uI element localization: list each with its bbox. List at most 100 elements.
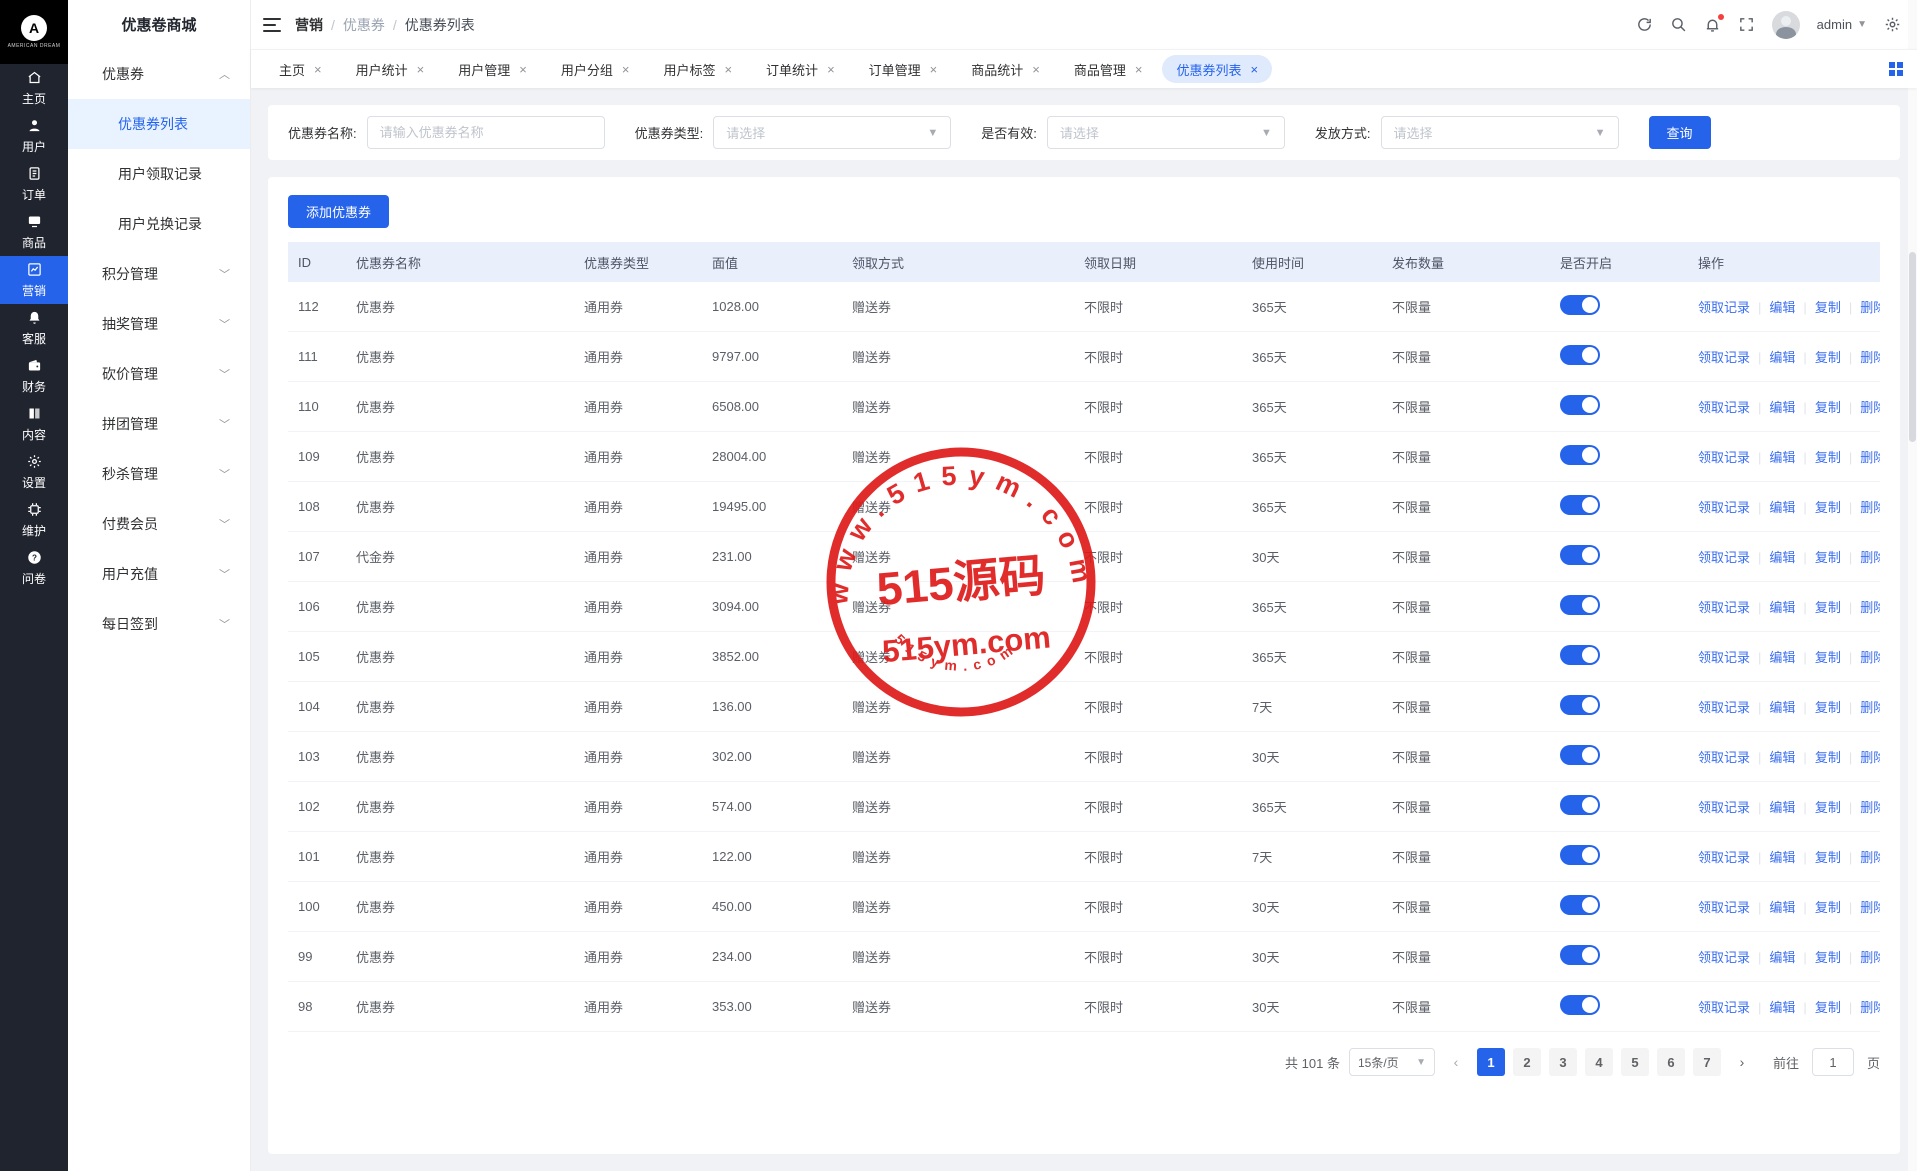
breadcrumb-item[interactable]: 营销 (295, 15, 323, 35)
action-领取记录[interactable]: 领取记录 (1698, 500, 1750, 515)
goto-page-input[interactable] (1812, 1048, 1854, 1076)
action-领取记录[interactable]: 领取记录 (1698, 950, 1750, 965)
sidebar-group-抽奖管理[interactable]: 抽奖管理﹀ (68, 299, 250, 349)
sidebar-group-用户充值[interactable]: 用户充值﹀ (68, 549, 250, 599)
page-button-3[interactable]: 3 (1549, 1048, 1577, 1076)
enabled-toggle[interactable] (1560, 895, 1600, 915)
rail-item-商品[interactable]: 商品 (0, 208, 68, 256)
enabled-toggle[interactable] (1560, 495, 1600, 515)
tab-用户分组[interactable]: 用户分组× (547, 55, 644, 83)
rail-item-内容[interactable]: 内容 (0, 400, 68, 448)
app-logo[interactable]: A AMERICAN DREAM (0, 0, 68, 64)
action-领取记录[interactable]: 领取记录 (1698, 450, 1750, 465)
sidebar-group-付费会员[interactable]: 付费会员﹀ (68, 499, 250, 549)
action-编辑[interactable]: 编辑 (1769, 500, 1795, 515)
enabled-toggle[interactable] (1560, 945, 1600, 965)
sidebar-group-积分管理[interactable]: 积分管理﹀ (68, 249, 250, 299)
sidebar-item-用户兑换记录[interactable]: 用户兑换记录 (68, 199, 250, 249)
action-删除[interactable]: 删除 (1860, 1000, 1880, 1015)
action-编辑[interactable]: 编辑 (1769, 900, 1795, 915)
page-button-2[interactable]: 2 (1513, 1048, 1541, 1076)
action-领取记录[interactable]: 领取记录 (1698, 400, 1750, 415)
action-删除[interactable]: 删除 (1860, 750, 1880, 765)
sidebar-group-优惠券[interactable]: 优惠券︿ (68, 49, 250, 99)
action-复制[interactable]: 复制 (1815, 1000, 1841, 1015)
action-编辑[interactable]: 编辑 (1769, 1000, 1795, 1015)
enabled-toggle[interactable] (1560, 345, 1600, 365)
tab-主页[interactable]: 主页× (265, 55, 336, 83)
close-icon[interactable]: × (1135, 63, 1143, 76)
rail-item-用户[interactable]: 用户 (0, 112, 68, 160)
action-复制[interactable]: 复制 (1815, 650, 1841, 665)
action-复制[interactable]: 复制 (1815, 400, 1841, 415)
enabled-toggle[interactable] (1560, 595, 1600, 615)
close-icon[interactable]: × (519, 63, 527, 76)
action-删除[interactable]: 删除 (1860, 850, 1880, 865)
action-复制[interactable]: 复制 (1815, 600, 1841, 615)
sidebar-item-优惠券列表[interactable]: 优惠券列表 (68, 99, 250, 149)
close-icon[interactable]: × (724, 63, 732, 76)
sidebar-item-用户领取记录[interactable]: 用户领取记录 (68, 149, 250, 199)
page-button-4[interactable]: 4 (1585, 1048, 1613, 1076)
action-领取记录[interactable]: 领取记录 (1698, 550, 1750, 565)
search-button[interactable]: 查询 (1649, 116, 1711, 149)
action-删除[interactable]: 删除 (1860, 400, 1880, 415)
action-复制[interactable]: 复制 (1815, 750, 1841, 765)
user-avatar[interactable] (1772, 11, 1800, 39)
rail-item-设置[interactable]: 设置 (0, 448, 68, 496)
settings-gear-icon[interactable] (1884, 16, 1901, 33)
action-删除[interactable]: 删除 (1860, 450, 1880, 465)
action-领取记录[interactable]: 领取记录 (1698, 650, 1750, 665)
tab-商品统计[interactable]: 商品统计× (957, 55, 1054, 83)
action-编辑[interactable]: 编辑 (1769, 700, 1795, 715)
page-button-7[interactable]: 7 (1693, 1048, 1721, 1076)
close-icon[interactable]: × (930, 63, 938, 76)
filter-select[interactable]: 请选择▼ (713, 116, 951, 149)
action-复制[interactable]: 复制 (1815, 500, 1841, 515)
action-删除[interactable]: 删除 (1860, 600, 1880, 615)
tab-layout-grid-icon[interactable] (1889, 62, 1903, 76)
rail-item-客服[interactable]: 客服 (0, 304, 68, 352)
action-编辑[interactable]: 编辑 (1769, 450, 1795, 465)
enabled-toggle[interactable] (1560, 395, 1600, 415)
enabled-toggle[interactable] (1560, 645, 1600, 665)
sidebar-group-秒杀管理[interactable]: 秒杀管理﹀ (68, 449, 250, 499)
rail-item-财务[interactable]: 财务 (0, 352, 68, 400)
tab-优惠券列表[interactable]: 优惠券列表× (1162, 55, 1272, 83)
action-删除[interactable]: 删除 (1860, 700, 1880, 715)
rail-item-维护[interactable]: 维护 (0, 496, 68, 544)
rail-item-主页[interactable]: 主页 (0, 64, 68, 112)
action-复制[interactable]: 复制 (1815, 850, 1841, 865)
rail-item-问卷[interactable]: ?问卷 (0, 544, 68, 592)
action-删除[interactable]: 删除 (1860, 300, 1880, 315)
action-编辑[interactable]: 编辑 (1769, 400, 1795, 415)
enabled-toggle[interactable] (1560, 445, 1600, 465)
close-icon[interactable]: × (827, 63, 835, 76)
filter-select[interactable]: 请选择▼ (1381, 116, 1619, 149)
refresh-icon[interactable] (1636, 16, 1653, 33)
rail-item-营销[interactable]: 营销 (0, 256, 68, 304)
scrollbar-track[interactable] (1908, 0, 1917, 1171)
filter-select[interactable]: 请选择▼ (1047, 116, 1285, 149)
enabled-toggle[interactable] (1560, 545, 1600, 565)
notification-bell-icon[interactable] (1704, 16, 1721, 33)
action-编辑[interactable]: 编辑 (1769, 850, 1795, 865)
tab-用户统计[interactable]: 用户统计× (342, 55, 439, 83)
page-size-select[interactable]: 15条/页 ▼ (1349, 1048, 1435, 1076)
sidebar-group-每日签到[interactable]: 每日签到﹀ (68, 599, 250, 649)
action-复制[interactable]: 复制 (1815, 800, 1841, 815)
action-删除[interactable]: 删除 (1860, 650, 1880, 665)
tab-订单管理[interactable]: 订单管理× (855, 55, 952, 83)
action-领取记录[interactable]: 领取记录 (1698, 800, 1750, 815)
action-领取记录[interactable]: 领取记录 (1698, 700, 1750, 715)
fullscreen-icon[interactable] (1738, 16, 1755, 33)
add-coupon-button[interactable]: 添加优惠券 (288, 195, 389, 228)
action-领取记录[interactable]: 领取记录 (1698, 350, 1750, 365)
action-领取记录[interactable]: 领取记录 (1698, 850, 1750, 865)
action-复制[interactable]: 复制 (1815, 550, 1841, 565)
page-button-6[interactable]: 6 (1657, 1048, 1685, 1076)
sidebar-group-砍价管理[interactable]: 砍价管理﹀ (68, 349, 250, 399)
breadcrumb-item[interactable]: 优惠券列表 (405, 15, 475, 35)
tab-用户管理[interactable]: 用户管理× (444, 55, 541, 83)
enabled-toggle[interactable] (1560, 695, 1600, 715)
